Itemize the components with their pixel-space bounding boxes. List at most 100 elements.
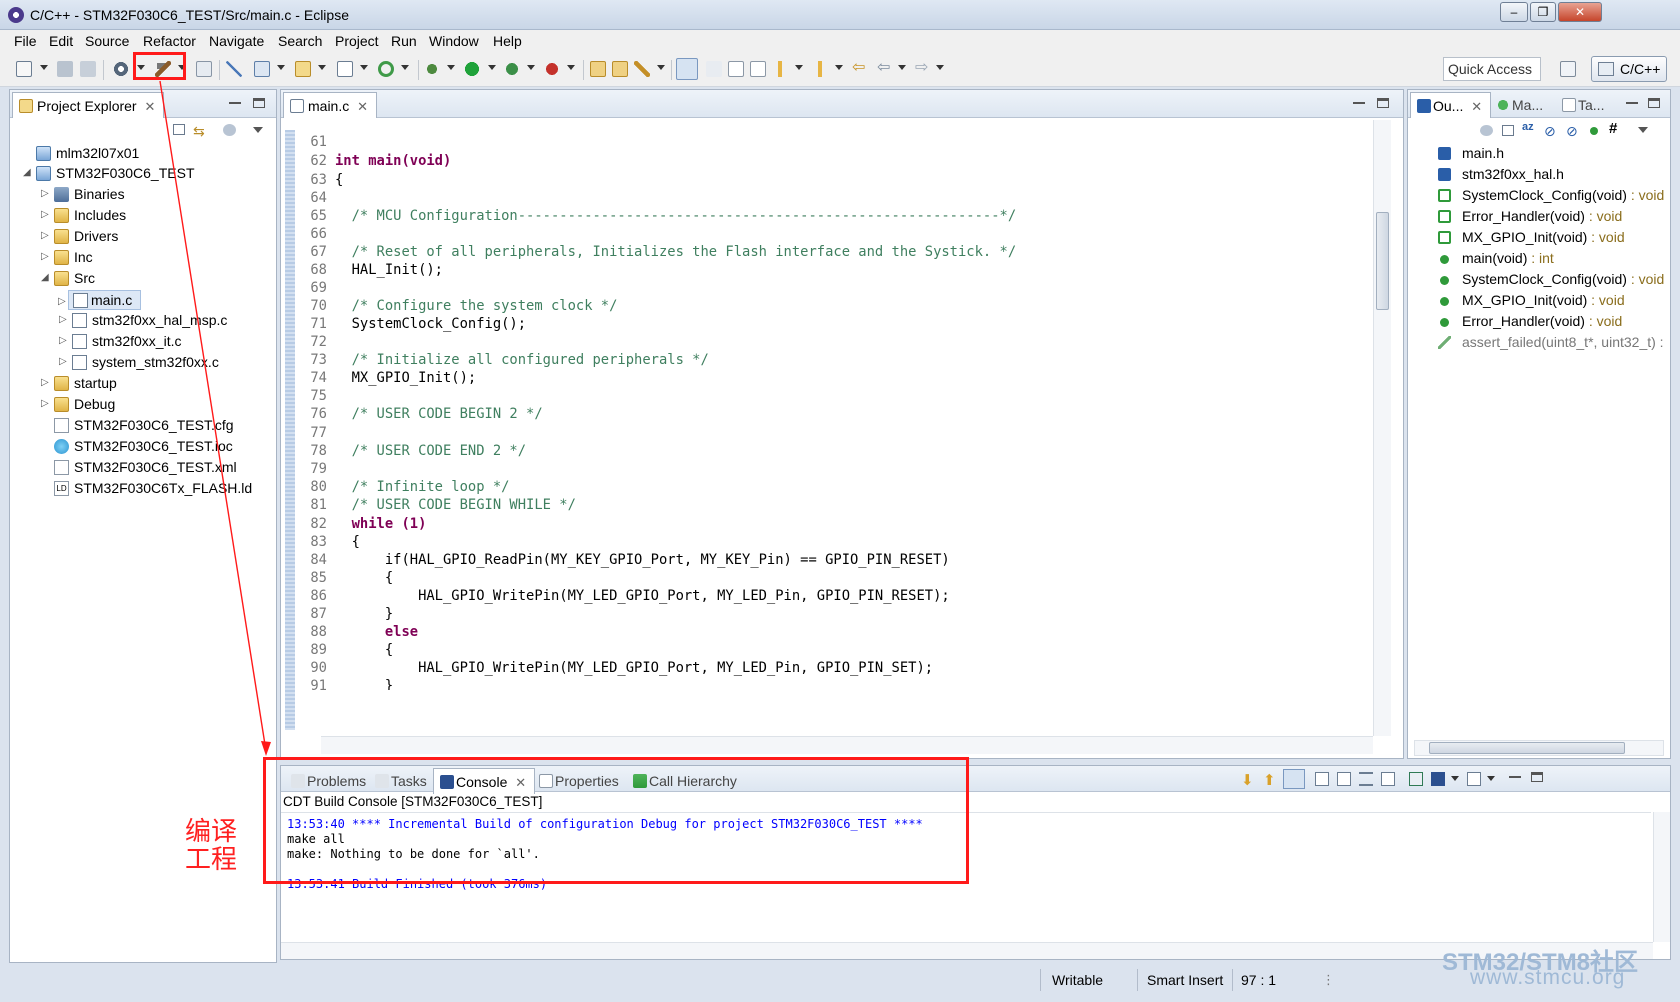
tree-item-inc[interactable]: ▷ Inc — [10, 248, 270, 268]
collapsed-arrow-icon[interactable]: ▷ — [41, 251, 49, 262]
display-console-dropdown-icon[interactable] — [1451, 776, 1459, 781]
collapsed-arrow-icon[interactable]: ▷ — [41, 377, 49, 388]
editor-horizontal-scrollbar[interactable] — [321, 736, 1373, 754]
close-icon[interactable]: ✕ — [357, 99, 368, 114]
tree-item-mlm32l07x01[interactable]: mlm32l07x01 — [10, 144, 270, 164]
toggle-highlight-icon[interactable] — [706, 61, 722, 77]
menu-source[interactable]: Source — [85, 33, 129, 49]
clear-console-icon[interactable] — [1381, 772, 1395, 786]
collapsed-arrow-icon[interactable]: ▷ — [41, 398, 49, 409]
tree-item-startup[interactable]: ▷ startup — [10, 374, 270, 394]
new-cpp-project-icon[interactable] — [254, 61, 270, 77]
save-icon[interactable] — [57, 61, 73, 77]
editor-vertical-scrollbar[interactable] — [1373, 120, 1391, 736]
tab-main-c[interactable]: main.c ✕ — [283, 92, 378, 118]
tree-item-drivers[interactable]: ▷ Drivers — [10, 227, 270, 247]
menu-file[interactable]: File — [14, 33, 37, 49]
last-edit-location-icon[interactable]: ⇦ — [852, 60, 868, 77]
settings-icon[interactable] — [113, 61, 129, 77]
menu-search[interactable]: Search — [278, 33, 322, 49]
minimize-icon[interactable] — [1353, 98, 1365, 104]
open-type-icon[interactable] — [590, 61, 606, 77]
collapsed-arrow-icon[interactable]: ▷ — [59, 335, 67, 346]
maximize-icon[interactable] — [253, 98, 265, 108]
collapsed-arrow-icon[interactable]: ▷ — [58, 293, 68, 313]
collapsed-arrow-icon[interactable]: ▷ — [41, 230, 49, 241]
debug-dropdown-icon[interactable] — [447, 65, 455, 70]
group-includes-icon[interactable]: # — [1609, 120, 1617, 137]
maximize-icon[interactable] — [1377, 98, 1389, 108]
forward-dropdown-icon[interactable] — [936, 65, 944, 70]
tree-item-stm32f030c6-test[interactable]: ◢ STM32F030C6_TEST — [10, 164, 270, 184]
menu-project[interactable]: Project — [335, 33, 379, 49]
tree-item-ld-file[interactable]: LD STM32F030C6Tx_FLASH.ld — [10, 479, 270, 499]
menu-edit[interactable]: Edit — [49, 33, 73, 49]
code-area[interactable]: 61 62 int main(void) 63{ 64 65 /* MCU Con… — [283, 134, 1343, 730]
next-error-icon[interactable]: ⬇ — [1241, 771, 1254, 789]
new-folder-dropdown-icon[interactable] — [318, 65, 326, 70]
hide-non-public-icon[interactable]: ⊘ — [1566, 123, 1578, 140]
refresh-icon[interactable] — [378, 61, 394, 77]
tab-task-list[interactable]: Ta... — [1556, 92, 1612, 118]
maximize-button[interactable]: ❐ — [1530, 2, 1556, 22]
perspective-cpp-button[interactable]: C/C++ — [1591, 56, 1667, 82]
close-icon[interactable]: ✕ — [1471, 99, 1482, 114]
maximize-icon[interactable] — [1531, 772, 1543, 782]
minimize-icon[interactable] — [229, 98, 241, 104]
quick-access-input[interactable]: Quick Access — [1443, 57, 1541, 81]
scrollbar-thumb[interactable] — [1429, 742, 1625, 754]
tree-item-stm32f0xx-hal-msp-c[interactable]: ▷ stm32f0xx_hal_msp.c — [10, 311, 270, 331]
view-menu-dropdown-icon[interactable] — [1638, 127, 1648, 133]
collapsed-arrow-icon[interactable]: ▷ — [59, 356, 67, 367]
tree-item-system-stm32f0xx-c[interactable]: ▷ system_stm32f0xx.c — [10, 353, 270, 373]
minimize-icon[interactable] — [1509, 772, 1521, 778]
expanded-arrow-icon[interactable]: ◢ — [23, 167, 31, 178]
collapsed-arrow-icon[interactable]: ▷ — [41, 209, 49, 220]
scrollbar-thumb[interactable] — [1376, 212, 1389, 310]
previous-error-icon[interactable]: ⬆ — [1263, 771, 1276, 789]
collapsed-arrow-icon[interactable]: ▷ — [41, 188, 49, 199]
tree-item-debug[interactable]: ▷ Debug — [10, 395, 270, 415]
show-error-in-editor-icon[interactable] — [1283, 769, 1305, 789]
view-menu-icon[interactable] — [223, 124, 236, 136]
refresh-dropdown-icon[interactable] — [401, 65, 409, 70]
copy-build-log-icon[interactable] — [1315, 772, 1329, 786]
menu-navigate[interactable]: Navigate — [209, 33, 264, 49]
coverage-dropdown-icon[interactable] — [527, 65, 535, 70]
forward-icon[interactable]: ⇨ — [915, 60, 931, 77]
tree-item-xml-file[interactable]: STM32F030C6_TEST.xml — [10, 458, 270, 478]
show-whitespace-icon[interactable] — [728, 61, 744, 77]
open-console-icon[interactable] — [1467, 772, 1481, 786]
minimize-button[interactable]: ‒ — [1500, 2, 1528, 22]
menu-run[interactable]: Run — [391, 33, 417, 49]
menu-refactor[interactable]: Refactor — [143, 33, 196, 49]
new-dropdown-icon[interactable] — [40, 65, 48, 70]
block-selection-icon[interactable] — [750, 61, 766, 77]
menu-window[interactable]: Window — [429, 33, 479, 49]
tab-outline[interactable]: Ou... ✕ — [1410, 92, 1492, 118]
expanded-arrow-icon[interactable]: ◢ — [41, 272, 49, 283]
close-button[interactable]: ✕ — [1558, 2, 1602, 22]
tree-item-ioc-file[interactable]: STM32F030C6_TEST.ioc — [10, 437, 270, 457]
collapse-all-icon[interactable] — [1502, 125, 1514, 136]
sort-icon[interactable]: az — [1522, 121, 1534, 133]
tab-project-explorer[interactable]: Project Explorer ✕ — [12, 92, 165, 118]
previous-annotation-dropdown-icon[interactable] — [835, 65, 843, 70]
tab-make-target[interactable]: Ma... — [1490, 92, 1551, 118]
link-with-editor-icon[interactable]: ⇆ — [193, 123, 205, 140]
tree-item-cfg-file[interactable]: STM32F030C6_TEST.cfg — [10, 416, 270, 436]
maximize-icon[interactable] — [1648, 98, 1660, 108]
minimize-icon[interactable] — [1626, 98, 1638, 104]
hide-static-icon[interactable]: ⊘ — [1544, 123, 1556, 140]
hide-fields-icon[interactable] — [1480, 125, 1493, 136]
debug-tool-icon[interactable] — [226, 61, 242, 77]
debug-bug-icon[interactable] — [424, 61, 440, 77]
open-console-dropdown-icon[interactable] — [1487, 776, 1495, 781]
view-menu-dropdown-icon[interactable] — [253, 127, 263, 133]
hide-members-icon[interactable] — [1590, 127, 1598, 135]
tree-item-src[interactable]: ◢ Src — [10, 269, 270, 289]
menu-help[interactable]: Help — [493, 33, 522, 49]
search-dropdown-icon[interactable] — [657, 65, 665, 70]
pin-console-icon[interactable] — [1409, 772, 1423, 786]
tree-item-main-c[interactable]: main.c — [68, 290, 141, 310]
